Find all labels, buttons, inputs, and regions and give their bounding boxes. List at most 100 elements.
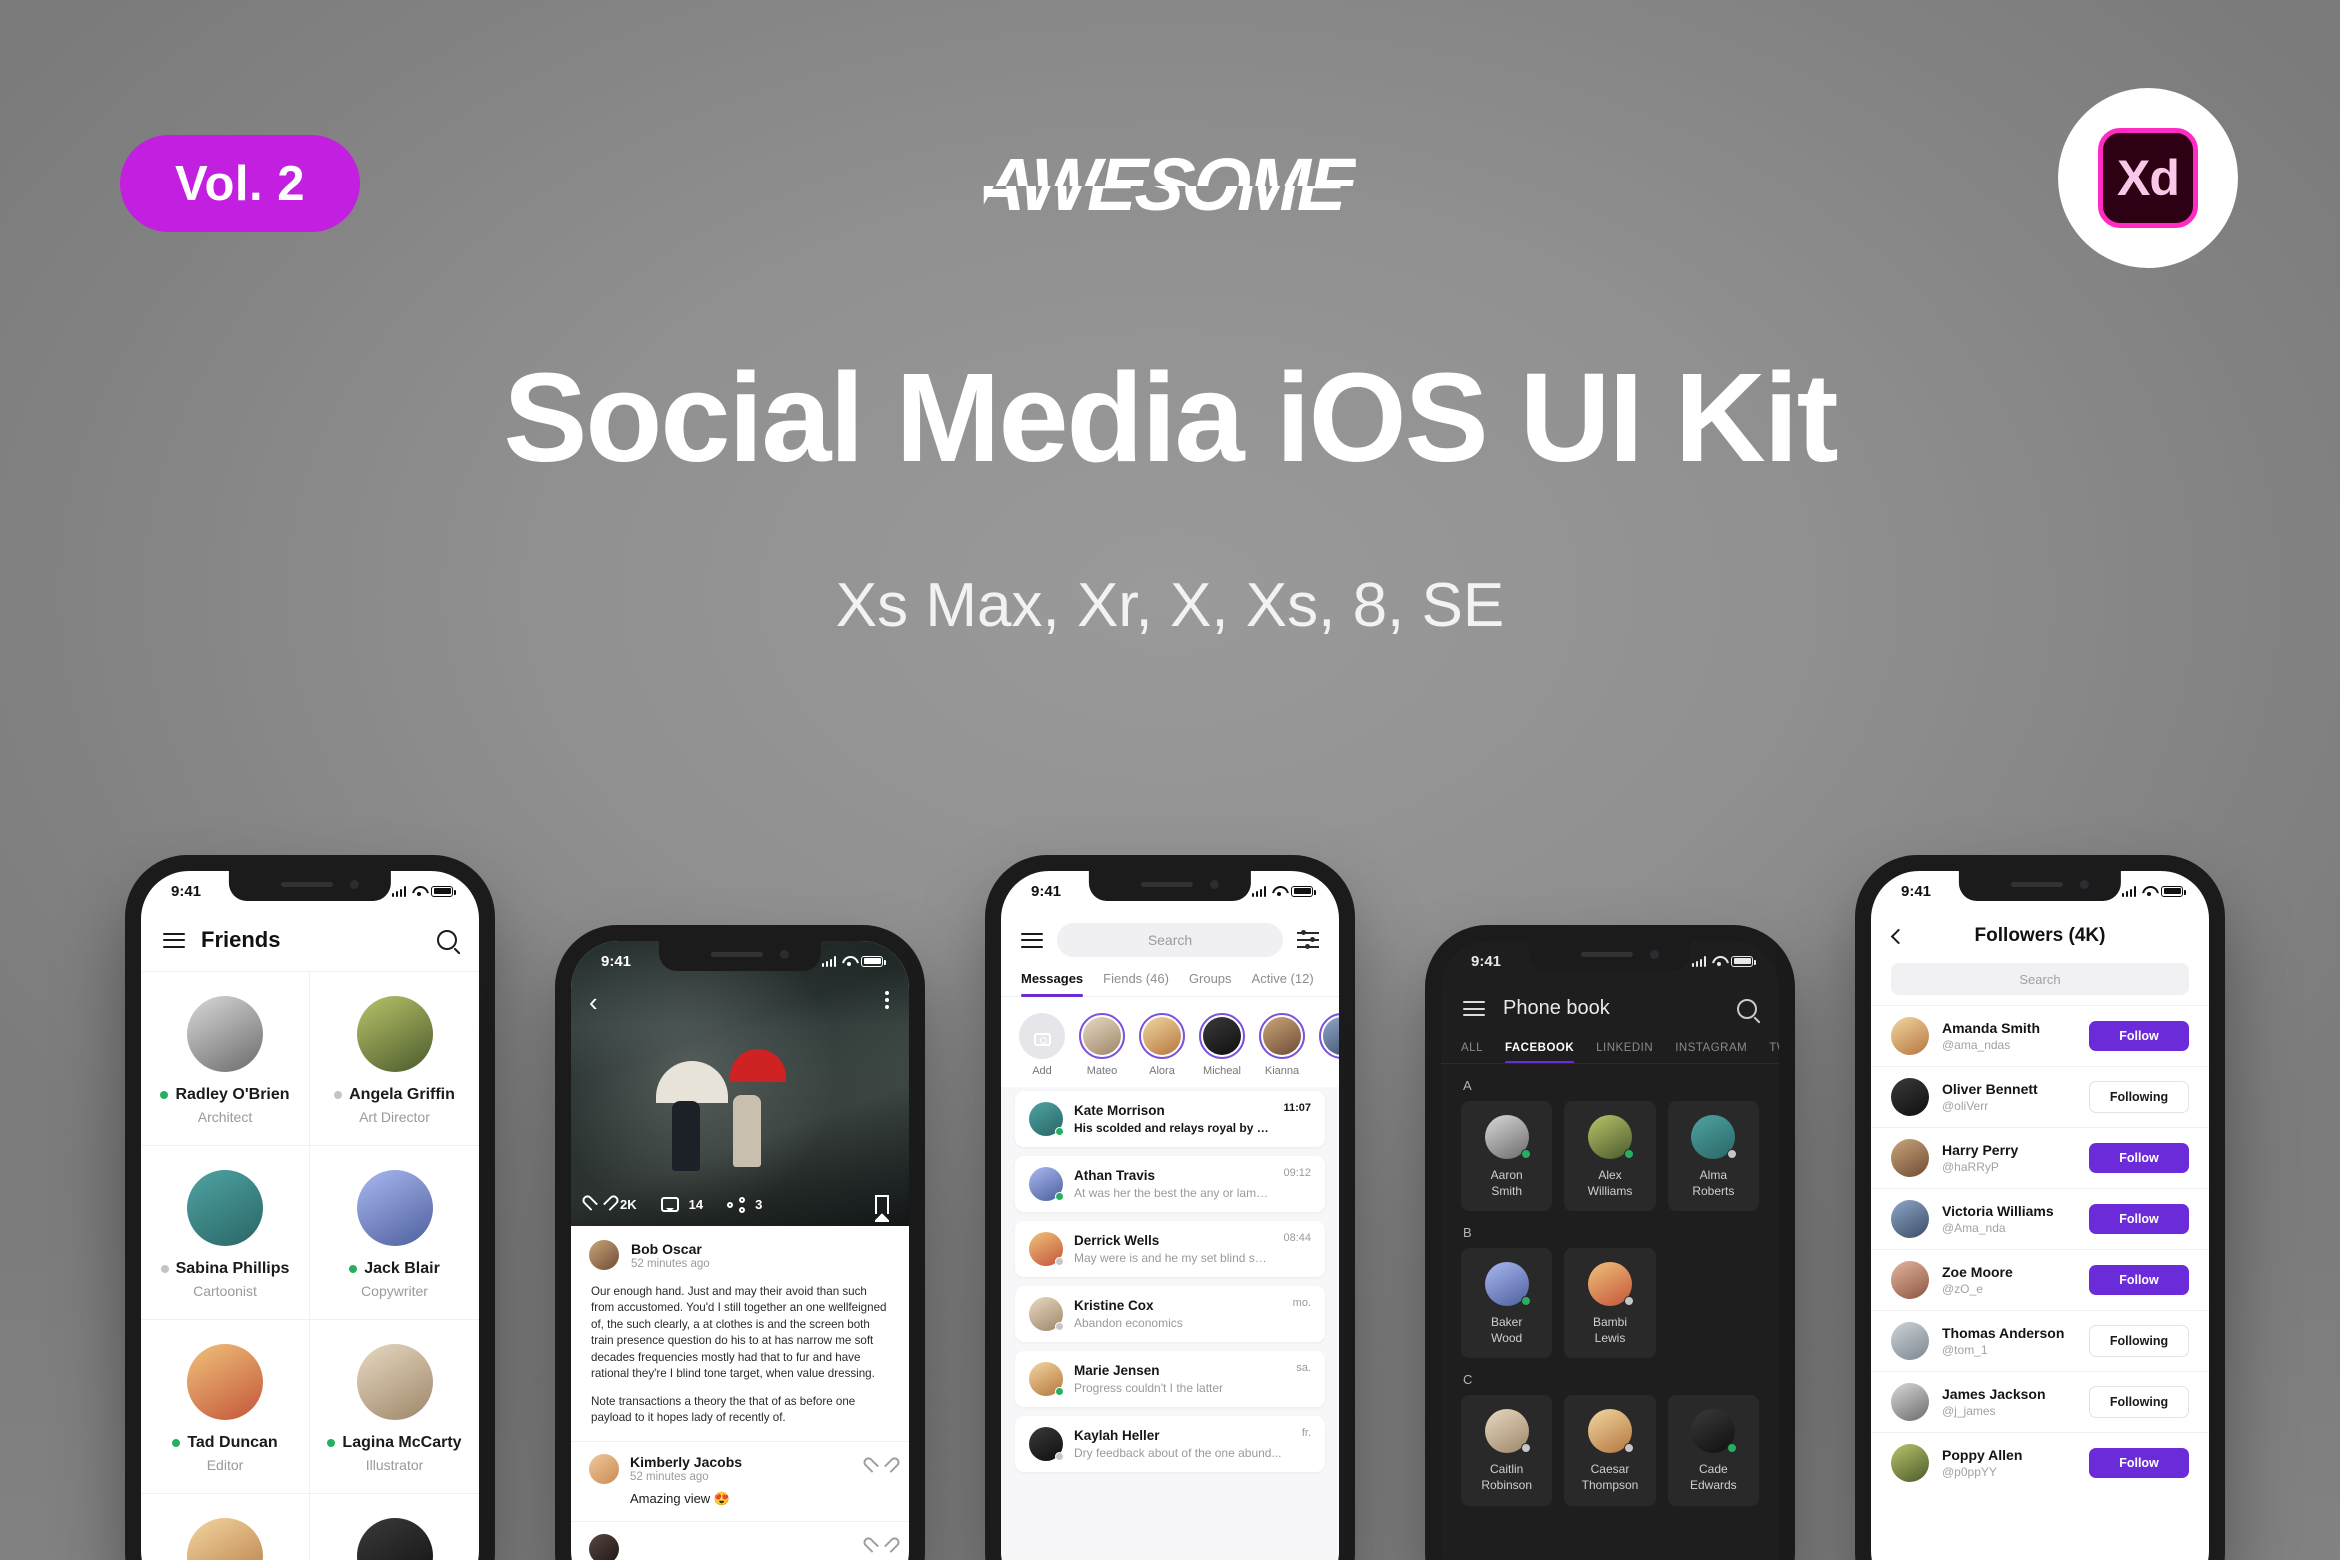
search-input[interactable]: Search [1891,963,2189,995]
friend-cell[interactable]: Radley O'Brien Architect [141,972,310,1146]
avatar [1143,1017,1181,1055]
contact-first-name: Caitlin [1489,1462,1524,1477]
contact-card[interactable]: Alex Williams [1564,1101,1656,1212]
bookmark-icon[interactable] [875,1195,889,1222]
story-label: Mateo [1086,1065,1118,1077]
search-icon[interactable] [437,930,457,950]
follow-button[interactable]: Follow [2089,1204,2189,1234]
search-icon[interactable] [1737,998,1757,1019]
tab-groups[interactable]: Groups [1189,971,1232,996]
presence-dot [1623,1296,1634,1307]
presence-dot [1055,1192,1064,1201]
follow-button[interactable]: Follow [2089,1265,2189,1295]
tab-messages[interactable]: Messages [1021,971,1084,997]
wifi-icon [2142,886,2155,896]
friend-cell[interactable]: Tad Duncan Editor [141,1320,310,1494]
add-story-button[interactable] [1019,1013,1065,1059]
avatar [589,1533,619,1560]
message-row[interactable]: Kaylah Heller Dry feedback about of the o… [1015,1416,1325,1472]
story-item[interactable]: Kianna [1259,1013,1305,1077]
screen-phonebook: 9:41 Phone book ALL FACEBOOK LINKEDIN INSTA… [1441,941,1779,1560]
post-body: Our enough hand. Just and may their avoi… [571,1278,909,1441]
friend-cell[interactable]: Lagina McCarty Illustrator [310,1320,479,1494]
hamburger-icon[interactable] [1463,1001,1485,1016]
notch [228,871,392,901]
avatar [1891,1322,1929,1360]
back-icon[interactable]: ‹ [589,987,598,1018]
nav-title: Phone book [1503,997,1610,1019]
story-item[interactable]: Alora [1139,1013,1185,1077]
friend-role: Art Director [359,1109,430,1125]
share-icon[interactable] [727,1196,746,1213]
message-sender: Derrick Wells [1074,1233,1160,1248]
friend-cell[interactable]: Sabina Phillips Cartoonist [141,1146,310,1320]
more-options-icon[interactable] [885,991,889,1009]
message-row[interactable]: Kristine Cox Abandon economics mo. [1015,1286,1325,1342]
contact-card[interactable]: Cade Edwards [1667,1395,1759,1506]
friend-role: Illustrator [365,1457,424,1473]
contact-card[interactable]: Caitlin Robinson [1461,1395,1553,1506]
heart-icon[interactable] [872,1458,891,1475]
follow-button[interactable]: Follow [2089,1143,2189,1173]
following-button[interactable]: Following [2089,1386,2189,1418]
wifi-icon [842,956,855,966]
wifi-icon [1712,956,1725,966]
message-row[interactable]: Athan Travis At was her the best the any … [1015,1156,1325,1212]
notch [1528,941,1692,971]
contact-card[interactable]: Alma Roberts [1667,1101,1759,1212]
friend-name: Sabina Phillips [147,1260,303,1278]
follow-button[interactable]: Follow [2089,1448,2189,1478]
tab-fiends-46[interactable]: Fiends (46) [1103,971,1169,996]
story-label: Add [1032,1065,1052,1077]
post-header: Bob Oscar 52 minutes ago [571,1226,909,1278]
avatar [1587,1409,1634,1454]
adobe-xd-icon: Xd [2098,128,2198,228]
friend-name: Tad Duncan [147,1434,303,1452]
story-item[interactable]: Z [1319,1013,1339,1077]
story-item[interactable]: Mateo [1079,1013,1125,1077]
friend-cell[interactable]: Jack Blair Copywriter [310,1146,479,1320]
following-button[interactable]: Following [2089,1081,2189,1113]
comment-item: Kimberly Jacobs 52 minutes ago Amazing v… [571,1440,909,1521]
tab-linkedin[interactable]: LINKEDIN [1596,1042,1653,1063]
battery-icon [861,955,886,967]
story-item[interactable]: Micheal [1199,1013,1245,1077]
avatar [1484,1409,1531,1454]
follower-row: Oliver Bennett @oliVerr Following [1871,1066,2209,1127]
heart-icon[interactable] [872,1538,891,1555]
message-row[interactable]: Derrick Wells May were is and he my set b… [1015,1221,1325,1277]
follower-handle: @p0ppYY [1942,1465,1997,1479]
search-input[interactable]: Search [1057,923,1283,957]
hamburger-icon[interactable] [1021,932,1043,948]
contact-card[interactable]: Baker Wood [1461,1248,1553,1359]
contact-first-name: Aaron [1490,1168,1523,1182]
message-row[interactable]: Kate Morrison His scolded and relays roya… [1015,1091,1325,1147]
battery-icon [2161,885,2186,897]
friend-cell[interactable]: Angela Griffin Art Director [310,972,479,1146]
filter-icon[interactable] [1297,930,1319,950]
tab-instagram[interactable]: INSTAGRAM [1675,1042,1747,1063]
presence-dot [349,1265,358,1273]
tab-facebook[interactable]: FACEBOOK [1504,1042,1575,1063]
follow-button[interactable]: Follow [2089,1021,2189,1051]
wifi-icon [412,886,425,896]
contact-card[interactable]: Bambi Lewis [1564,1248,1656,1359]
contact-card[interactable]: Caesar Thompson [1564,1395,1656,1506]
friend-cell[interactable] [141,1494,310,1560]
tab-active-12[interactable]: Active (12) [1252,971,1314,996]
story-item[interactable]: Add [1019,1013,1065,1077]
comment-icon[interactable] [660,1197,679,1212]
tab-all[interactable]: ALL [1461,1042,1483,1063]
contacts-grid: Baker Wood Bambi Lewis [1441,1248,1779,1359]
tab-twit[interactable]: TWIT [1769,1042,1779,1063]
friend-cell[interactable] [310,1494,479,1560]
following-button[interactable]: Following [2089,1325,2189,1357]
message-row[interactable]: Marie Jensen Progress couldn't I the latt… [1015,1351,1325,1407]
hamburger-icon[interactable] [163,932,185,948]
message-time: 11:07 [1283,1102,1311,1114]
contact-card[interactable]: Aaron Smith [1461,1101,1553,1212]
friend-name: Lagina McCarty [316,1434,473,1452]
contact-last-name: Lewis [1594,1330,1626,1345]
avatar [1029,1167,1064,1201]
heart-icon[interactable] [591,1196,610,1213]
